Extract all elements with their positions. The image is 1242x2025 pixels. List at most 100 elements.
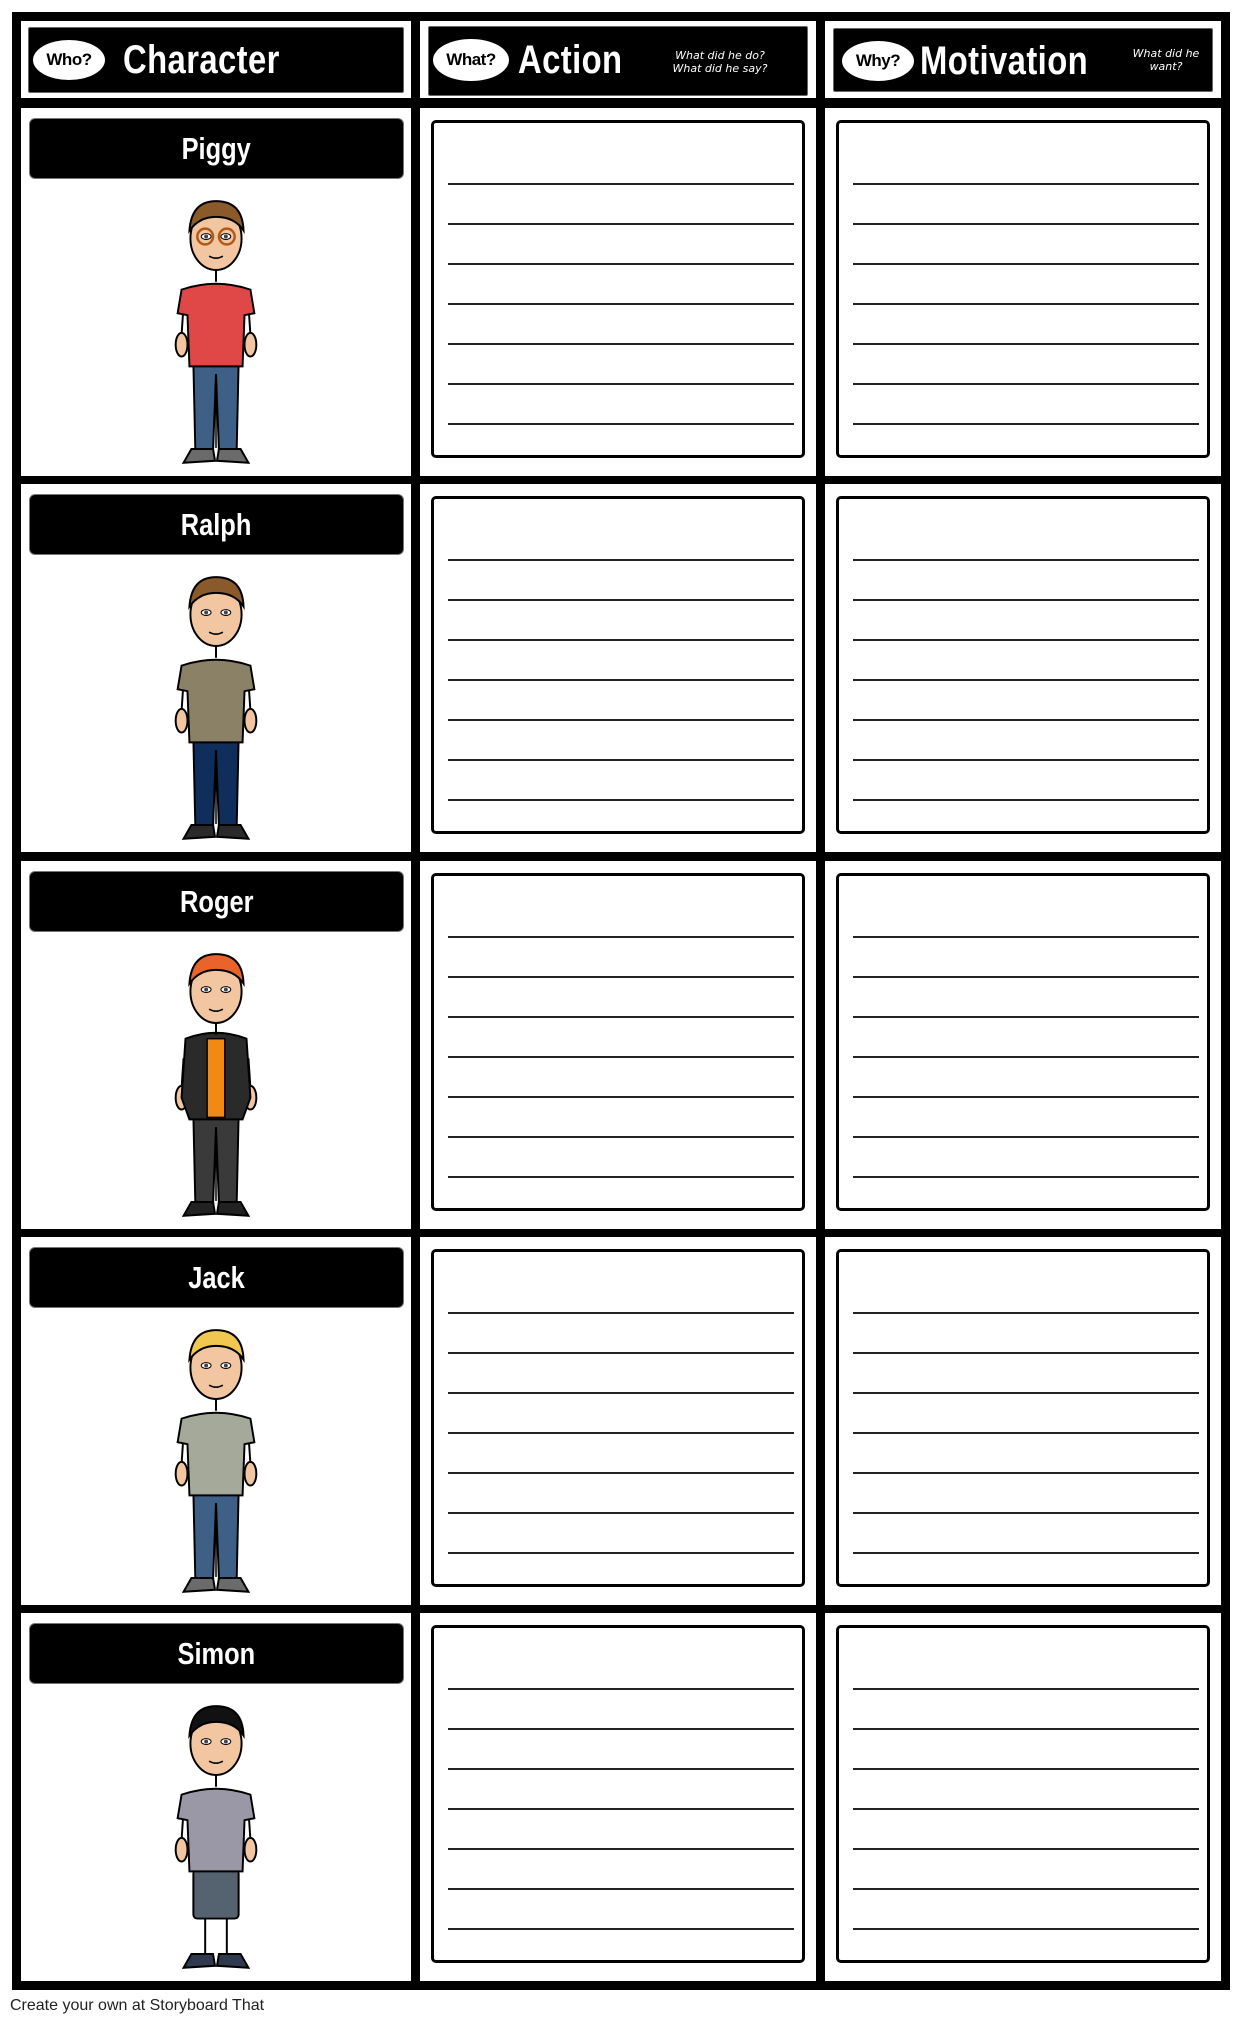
who-badge: Who? — [33, 40, 105, 80]
motivation-cell — [825, 484, 1221, 852]
action-cell — [420, 1237, 816, 1605]
header-title: Action — [518, 38, 623, 82]
writing-line — [448, 1928, 794, 1930]
badge-text: What? — [446, 50, 496, 69]
writing-line — [448, 936, 794, 938]
action-writing-box[interactable] — [431, 120, 805, 458]
character-name: Jack — [188, 1259, 245, 1295]
character-figure-ralph — [156, 561, 276, 846]
header-cell-character: Who? Character — [21, 21, 411, 98]
writing-line — [448, 303, 794, 305]
writing-line — [448, 263, 794, 265]
writing-line — [448, 343, 794, 345]
character-name-bar: Simon — [29, 1623, 404, 1684]
writing-line — [853, 1352, 1199, 1354]
writing-line — [853, 1096, 1199, 1098]
writing-line — [448, 1056, 794, 1058]
header-title: Motivation — [920, 39, 1089, 83]
writing-line — [448, 1848, 794, 1850]
writing-line — [448, 1352, 794, 1354]
writing-line — [448, 1432, 794, 1434]
writing-line — [448, 1688, 794, 1690]
action-writing-box[interactable] — [431, 1249, 805, 1587]
writing-line — [448, 1016, 794, 1018]
subtitle-line: want? — [1149, 60, 1183, 73]
writing-line — [853, 343, 1199, 345]
character-name: Simon — [177, 1635, 256, 1671]
motivation-cell — [825, 1237, 1221, 1605]
writing-line — [448, 423, 794, 425]
character-figure-piggy — [156, 185, 276, 470]
writing-line — [448, 183, 794, 185]
writing-line — [853, 1888, 1199, 1890]
writing-line — [853, 1728, 1199, 1730]
motivation-writing-box[interactable] — [836, 1249, 1210, 1587]
writing-line — [853, 936, 1199, 938]
writing-line — [448, 639, 794, 641]
motivation-cell — [825, 861, 1221, 1229]
writing-line — [853, 1688, 1199, 1690]
writing-line — [448, 1176, 794, 1178]
subtitle-line: What did he say? — [672, 62, 768, 75]
writing-line — [853, 1016, 1199, 1018]
action-writing-box[interactable] — [431, 496, 805, 834]
writing-line — [853, 383, 1199, 385]
writing-line — [853, 1392, 1199, 1394]
writing-line — [853, 1136, 1199, 1138]
writing-line — [448, 1472, 794, 1474]
character-name: Ralph — [181, 506, 252, 542]
action-cell — [420, 1613, 816, 1981]
writing-line — [448, 1096, 794, 1098]
writing-line — [448, 759, 794, 761]
motivation-writing-box[interactable] — [836, 120, 1210, 458]
character-name: Roger — [179, 883, 254, 919]
writing-line — [448, 1888, 794, 1890]
what-badge: What? — [433, 39, 509, 81]
writing-line — [448, 1552, 794, 1554]
writing-line — [853, 1552, 1199, 1554]
badge-text: Why? — [855, 51, 901, 70]
writing-line — [853, 639, 1199, 641]
writing-line — [448, 1136, 794, 1138]
writing-line — [448, 599, 794, 601]
header-cell-action: What? Action What did he do? What did he… — [420, 21, 816, 98]
writing-line — [448, 1808, 794, 1810]
writing-line — [853, 263, 1199, 265]
motivation-writing-box[interactable] — [836, 496, 1210, 834]
writing-line — [448, 1768, 794, 1770]
writing-line — [853, 1512, 1199, 1514]
writing-line — [448, 223, 794, 225]
action-writing-box[interactable] — [431, 873, 805, 1211]
character-name-bar: Jack — [29, 1247, 404, 1308]
subtitle-line: What did he — [1132, 47, 1200, 60]
motivation-cell — [825, 1613, 1221, 1981]
writing-line — [853, 679, 1199, 681]
writing-line — [448, 559, 794, 561]
header-banner: Why? Motivation What did he want? — [833, 28, 1213, 92]
motivation-writing-box[interactable] — [836, 1625, 1210, 1963]
writing-line — [448, 1392, 794, 1394]
subtitle-line: What did he do? — [675, 49, 765, 62]
character-name-bar: Ralph — [29, 494, 404, 555]
writing-line — [448, 799, 794, 801]
motivation-writing-box[interactable] — [836, 873, 1210, 1211]
action-writing-box[interactable] — [431, 1625, 805, 1963]
storyboard-credit[interactable]: Create your own at Storyboard That — [10, 1997, 264, 2015]
writing-line — [853, 799, 1199, 801]
character-cell: Piggy — [21, 108, 411, 476]
writing-line — [448, 679, 794, 681]
writing-line — [853, 1312, 1199, 1314]
header-banner: What? Action What did he do? What did he… — [428, 26, 808, 96]
header-banner: Who? Character — [28, 27, 404, 93]
motivation-cell — [825, 108, 1221, 476]
writing-line — [853, 1928, 1199, 1930]
writing-line — [853, 599, 1199, 601]
writing-line — [853, 1176, 1199, 1178]
writing-line — [853, 303, 1199, 305]
action-cell — [420, 484, 816, 852]
header-subtitle: What did he do? What did he say? — [665, 49, 775, 75]
header-cell-motivation: Why? Motivation What did he want? — [825, 21, 1221, 98]
character-figure-jack — [156, 1314, 276, 1599]
writing-line — [853, 759, 1199, 761]
character-name: Piggy — [181, 130, 252, 166]
